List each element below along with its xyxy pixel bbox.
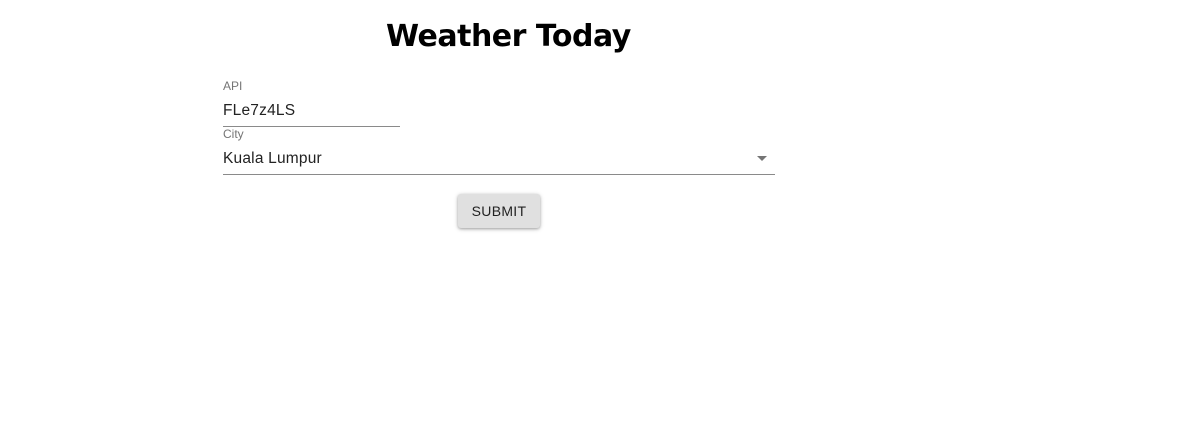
submit-button[interactable]: SUBMIT xyxy=(458,194,540,228)
api-field-underline xyxy=(223,126,400,127)
api-input[interactable]: FLe7z4LS xyxy=(223,101,400,121)
city-field-underline xyxy=(223,174,775,175)
city-field-label: City xyxy=(223,127,244,141)
page-title: Weather Today xyxy=(386,19,631,54)
city-select-value[interactable]: Kuala Lumpur xyxy=(223,149,753,169)
chevron-down-icon[interactable] xyxy=(757,156,767,161)
api-field-label: API xyxy=(223,79,243,93)
